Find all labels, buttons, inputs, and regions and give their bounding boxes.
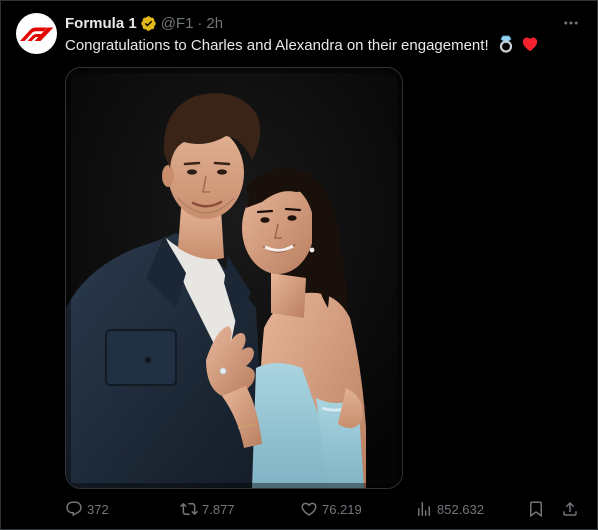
bookmark-button[interactable] bbox=[527, 500, 549, 518]
engagement-photo bbox=[66, 68, 402, 488]
more-button[interactable] bbox=[559, 13, 583, 33]
share-button[interactable] bbox=[561, 500, 583, 518]
tweet-photo[interactable] bbox=[65, 67, 403, 489]
retweet-button[interactable]: 7.877 bbox=[180, 500, 235, 518]
share-icon bbox=[563, 501, 577, 516]
reply-button[interactable]: 372 bbox=[65, 500, 109, 518]
tweet[interactable]: Formula 1 @F1 · 2h Congratulations to Ch… bbox=[0, 0, 598, 530]
avatar[interactable] bbox=[16, 13, 57, 54]
handle[interactable]: @F1 bbox=[161, 15, 194, 32]
retweet-icon bbox=[180, 502, 198, 516]
views-icon bbox=[418, 502, 430, 516]
reply-icon bbox=[66, 501, 82, 517]
tweet-text: Congratulations to Charles and Alexandra… bbox=[65, 35, 577, 59]
retweet-count: 7.877 bbox=[202, 501, 235, 517]
bookmark-icon bbox=[530, 501, 542, 518]
like-icon bbox=[301, 502, 317, 516]
separator-dot: · bbox=[197, 14, 203, 32]
tweet-header: Formula 1 @F1 · 2h bbox=[65, 13, 223, 33]
tweet-actions: 372 7.877 76.219 852.632 bbox=[65, 497, 583, 521]
red-heart-emoji bbox=[521, 35, 539, 59]
display-name[interactable]: Formula 1 bbox=[65, 15, 137, 32]
like-button[interactable]: 76.219 bbox=[300, 500, 362, 518]
verified-badge-icon[interactable] bbox=[140, 15, 157, 32]
ring-emoji bbox=[497, 35, 515, 59]
tweet-text-content: Congratulations to Charles and Alexandra… bbox=[65, 37, 489, 54]
reply-count: 372 bbox=[87, 501, 109, 517]
views-count: 852.632 bbox=[437, 501, 484, 517]
timestamp[interactable]: 2h bbox=[206, 15, 223, 32]
more-icon bbox=[564, 21, 578, 25]
views-button[interactable]: 852.632 bbox=[415, 500, 484, 518]
f1-logo-icon bbox=[19, 27, 53, 41]
like-count: 76.219 bbox=[322, 501, 362, 517]
